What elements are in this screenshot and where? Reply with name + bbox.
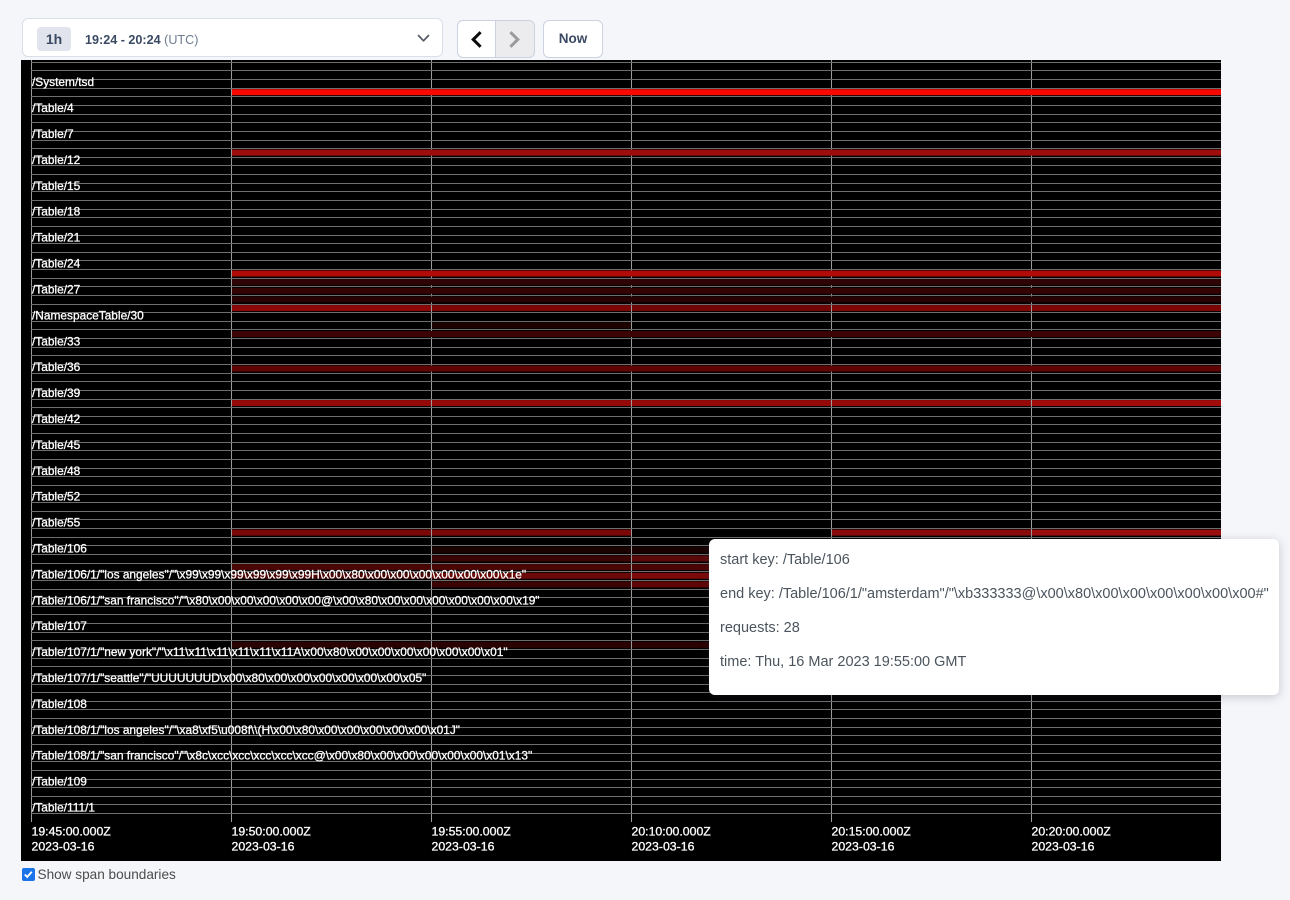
svg-text:/Table/108/1/"san francisco"/": /Table/108/1/"san francisco"/"\x8c\xcc\x…	[32, 749, 532, 763]
svg-text:2023-03-16: 2023-03-16	[232, 840, 295, 854]
svg-text:/Table/12: /Table/12	[32, 153, 81, 167]
svg-text:/Table/48: /Table/48	[32, 464, 81, 478]
svg-text:19:55:00.000Z: 19:55:00.000Z	[432, 825, 512, 839]
svg-text:/Table/24: /Table/24	[32, 257, 81, 271]
svg-text:/Table/106: /Table/106	[32, 541, 87, 555]
svg-text:/Table/106/1/"san francisco"/": /Table/106/1/"san francisco"/"\x80\x00\x…	[32, 593, 540, 607]
svg-text:/Table/39: /Table/39	[32, 386, 81, 400]
svg-text:/System/tsd: /System/tsd	[32, 75, 94, 89]
svg-text:20:20:00.000Z: 20:20:00.000Z	[1032, 825, 1112, 839]
svg-text:/NamespaceTable/30: /NamespaceTable/30	[32, 308, 144, 322]
svg-text:/Table/108: /Table/108	[32, 697, 87, 711]
svg-text:/Table/107: /Table/107	[32, 619, 87, 633]
svg-text:/Table/15: /Table/15	[32, 179, 81, 193]
svg-text:2023-03-16: 2023-03-16	[1032, 840, 1095, 854]
svg-text:/Table/107/1/"new york"/"\x11\: /Table/107/1/"new york"/"\x11\x11\x11\x1…	[32, 645, 508, 659]
svg-text:/Table/52: /Table/52	[32, 490, 81, 504]
svg-text:/Table/55: /Table/55	[32, 516, 81, 530]
svg-text:/Table/27: /Table/27	[32, 282, 81, 296]
svg-text:/Table/21: /Table/21	[32, 231, 81, 245]
svg-text:19:45:00.000Z: 19:45:00.000Z	[32, 825, 112, 839]
svg-text:/Table/109: /Table/109	[32, 775, 87, 789]
svg-text:20:10:00.000Z: 20:10:00.000Z	[632, 825, 712, 839]
svg-text:2023-03-16: 2023-03-16	[432, 840, 495, 854]
svg-text:/Table/18: /Table/18	[32, 205, 81, 219]
svg-text:/Table/42: /Table/42	[32, 412, 81, 426]
svg-text:2023-03-16: 2023-03-16	[832, 840, 895, 854]
svg-text:2023-03-16: 2023-03-16	[632, 840, 695, 854]
svg-text:20:15:00.000Z: 20:15:00.000Z	[832, 825, 912, 839]
svg-text:/Table/108/1/"los angeles"/"\x: /Table/108/1/"los angeles"/"\xa8\xf5\u00…	[32, 723, 460, 737]
svg-text:/Table/107/1/"seattle"/"UUUUUU: /Table/107/1/"seattle"/"UUUUUUUD\x00\x80…	[32, 671, 426, 685]
svg-text:/Table/111/1: /Table/111/1	[32, 801, 95, 815]
svg-text:/Table/33: /Table/33	[32, 334, 81, 348]
svg-text:/Table/106/1/"los angeles"/"\x: /Table/106/1/"los angeles"/"\x99\x99\x99…	[32, 567, 526, 581]
svg-text:2023-03-16: 2023-03-16	[32, 840, 95, 854]
svg-text:19:50:00.000Z: 19:50:00.000Z	[232, 825, 312, 839]
svg-text:/Table/7: /Table/7	[32, 127, 74, 141]
svg-text:/Table/36: /Table/36	[32, 360, 81, 374]
svg-text:/Table/4: /Table/4	[32, 101, 74, 115]
svg-text:/Table/45: /Table/45	[32, 438, 81, 452]
